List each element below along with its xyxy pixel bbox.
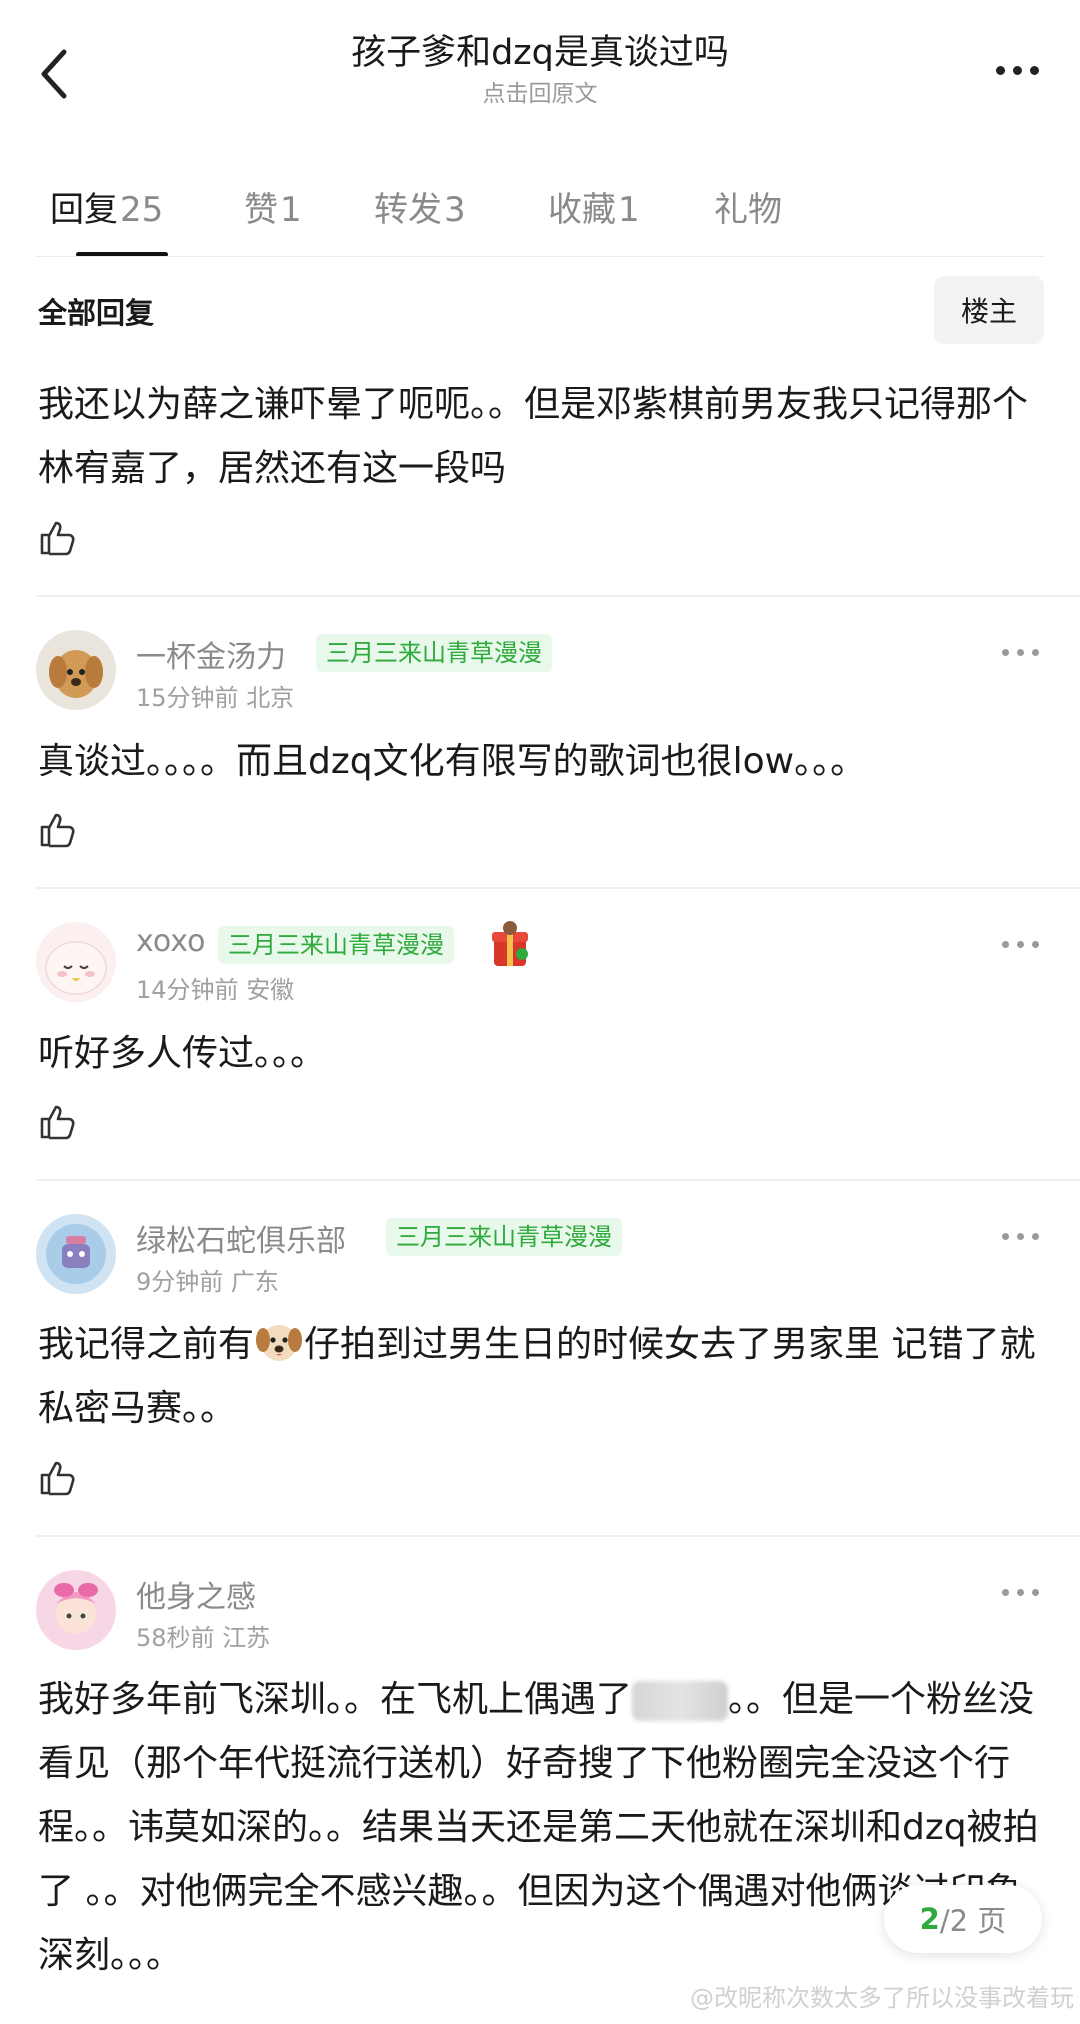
comment-meta: 58秒前 江苏 [136, 1618, 270, 1653]
fan-badge[interactable]: 三月三来山青草漫漫 [218, 926, 454, 964]
tab-count: 25 [120, 190, 164, 230]
back-icon[interactable] [36, 44, 76, 104]
watermark: @改昵称次数太多了所以没事改着玩 [690, 1984, 1074, 2012]
all-replies-label: 全部回复 [38, 296, 155, 330]
back-to-original-link[interactable]: 点击回原文 [200, 78, 880, 110]
page-title: 孩子爹和dzq是真谈过吗 [351, 33, 729, 73]
comment-text-part: 我好多年前飞深圳。。在飞机上偶遇了 [38, 1679, 633, 1720]
reply-text: 我还以为薛之谦吓晕了呃呃。。但是邓紫棋前男友我只记得那个林宥嘉了，居然还有这一段… [38, 384, 1029, 489]
comment-time: 15分钟前 [136, 684, 239, 712]
comment-time: 58秒前 [136, 1624, 215, 1652]
comment-meta: 15分钟前 北京 [136, 678, 294, 713]
comment-more-icon[interactable] [1000, 1582, 1040, 1602]
divider [36, 887, 1080, 889]
dog-emoji-icon [254, 1318, 304, 1364]
tab-label: 礼物 [714, 190, 782, 230]
divider [36, 1179, 1080, 1181]
comment-text: 我记得之前有 仔拍到过男生日的时候女去了男家里 记错了就私密马赛。。 [38, 1313, 1040, 1441]
tab-label: 赞 [244, 190, 278, 230]
comment-meta: 9分钟前 广东 [136, 1262, 279, 1297]
avatar[interactable] [36, 1214, 116, 1294]
avatar[interactable] [36, 922, 116, 1002]
top-bar: 孩子爹和dzq是真谈过吗 点击回原文 [0, 0, 1080, 130]
divider [36, 595, 1080, 597]
thumbs-up-icon[interactable] [38, 809, 78, 849]
total-pages: /2 页 [939, 1904, 1007, 1938]
fan-badge[interactable]: 三月三来山青草漫漫 [386, 1218, 622, 1256]
comment-more-icon[interactable] [1000, 1226, 1040, 1246]
tab-likes[interactable]: 赞1 [244, 182, 302, 231]
username[interactable]: 一杯金汤力 [136, 632, 286, 676]
username[interactable]: 绿松石蛇俱乐部 [136, 1216, 346, 1260]
tab-count: 1 [618, 190, 640, 230]
comment-location: 北京 [246, 684, 295, 712]
blurred-name [632, 1681, 729, 1721]
fan-badge[interactable]: 三月三来山青草漫漫 [316, 634, 552, 672]
page-indicator[interactable]: 2/2 页 [884, 1885, 1042, 1953]
tab-replies[interactable]: 回复25 [50, 182, 163, 231]
tab-label: 收藏 [548, 190, 616, 230]
comment-time: 14分钟前 [136, 976, 239, 1004]
username[interactable]: xoxo [136, 924, 205, 959]
comment-location: 安徽 [246, 976, 295, 1004]
comment-meta: 14分钟前 安徽 [136, 970, 294, 1005]
thumbs-up-icon[interactable] [38, 1457, 78, 1497]
comment-location: 江苏 [222, 1624, 271, 1652]
tab-label: 转发 [374, 190, 442, 230]
avatar[interactable] [36, 1570, 116, 1650]
tab-count: 3 [444, 190, 466, 230]
tab-count: 1 [280, 190, 302, 230]
more-menu-icon[interactable] [990, 52, 1044, 88]
comment-text: 听好多人传过。。。 [38, 1033, 327, 1074]
thumbs-up-icon[interactable] [38, 517, 78, 557]
tab-favorites[interactable]: 收藏1 [548, 182, 640, 231]
tab-bar: 回复25 赞1 转发3 收藏1 礼物 [0, 170, 1080, 260]
tab-label: 回复 [50, 190, 118, 230]
divider [36, 1535, 1080, 1537]
gift-sticker-icon [488, 920, 532, 970]
comment-text-part: 我记得之前有 [38, 1324, 255, 1365]
comment-text: 我好多年前飞深圳。。在飞机上偶遇了 。。但是一个粉丝没看见（那个年代挺流行送机）好… [38, 1668, 1040, 1988]
tab-gifts[interactable]: 礼物 [714, 182, 782, 231]
comment-text: 真谈过。。。。而且dzq文化有限写的歌词也很low。。。 [38, 741, 867, 782]
avatar[interactable] [36, 630, 116, 710]
current-page: 2 [919, 1902, 940, 1936]
divider [36, 256, 1044, 257]
tab-reposts[interactable]: 转发3 [374, 182, 466, 231]
comment-location: 广东 [230, 1268, 279, 1296]
title-block[interactable]: 孩子爹和dzq是真谈过吗 点击回原文 [200, 30, 880, 110]
comment-more-icon[interactable] [1000, 934, 1040, 954]
comment-time: 9分钟前 [136, 1268, 224, 1296]
comment-more-icon[interactable] [1000, 642, 1040, 662]
thumbs-up-icon[interactable] [38, 1101, 78, 1141]
owner-only-button[interactable]: 楼主 [934, 276, 1044, 344]
username[interactable]: 他身之感 [136, 1572, 256, 1616]
